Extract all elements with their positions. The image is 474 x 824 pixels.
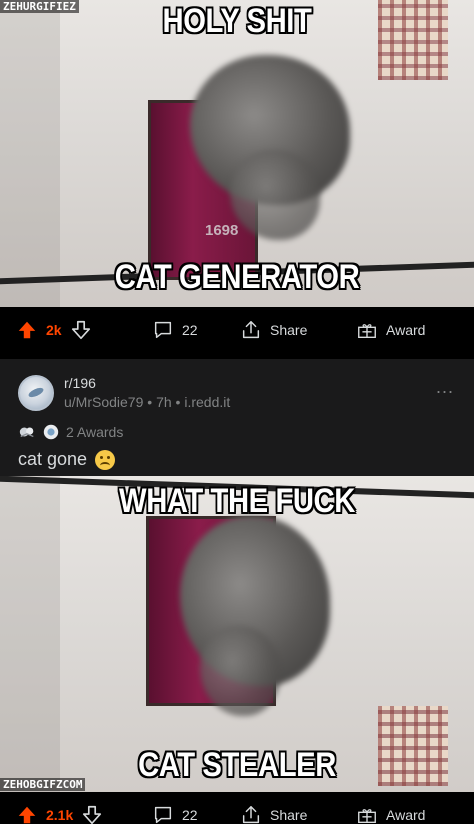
award-button[interactable]: Award <box>356 319 425 341</box>
more-options-icon[interactable]: ... <box>436 377 454 398</box>
award-label: Award <box>386 807 426 823</box>
post-title-text: cat gone <box>18 449 88 469</box>
vote-group: 2.1k <box>0 804 130 824</box>
post-card[interactable]: r/196 u/MrSodie79 • 7h • i.redd.it ... 2… <box>0 355 474 476</box>
meme-caption-bottom: CAT GENERATOR <box>114 258 360 296</box>
award-button[interactable]: Award <box>356 804 425 824</box>
gift-icon <box>358 809 376 824</box>
upvote-icon[interactable] <box>16 804 38 824</box>
post-title[interactable]: cat gone <box>18 449 116 470</box>
helpful-award-icon <box>43 424 59 440</box>
upvote-icon[interactable] <box>16 319 38 341</box>
vote-score: 2k <box>46 322 62 338</box>
share-icon <box>242 321 260 339</box>
comments-count: 22 <box>182 322 198 338</box>
gift-icon <box>358 324 376 339</box>
downvote-icon[interactable] <box>81 804 103 824</box>
share-button[interactable]: Share <box>240 319 356 341</box>
comment-icon <box>154 806 172 824</box>
box-number: 1698 <box>205 222 239 239</box>
share-button[interactable]: Share <box>240 804 356 824</box>
post-image-cat-stealer[interactable]: ZEHOBGIFZCOM WHAT THE FUCK CAT STEALER <box>0 476 474 820</box>
post-domain[interactable]: i.redd.it <box>184 394 230 410</box>
meme-caption-bottom: CAT STEALER <box>138 746 336 784</box>
frowning-face-icon <box>95 449 116 470</box>
subreddit-name[interactable]: r/196 <box>64 375 96 391</box>
share-icon <box>242 806 260 824</box>
post-author[interactable]: u/MrSodie79 <box>64 394 143 410</box>
post-action-bar: 2k 22 Share Award <box>0 307 474 353</box>
meme-caption-top: HOLY SHIT <box>162 2 312 40</box>
post-time: 7h <box>156 394 172 410</box>
share-label: Share <box>270 807 308 823</box>
subreddit-avatar[interactable] <box>18 375 54 411</box>
post-image-cat-generator[interactable]: 1698 ZEHURGIFIEZ HOLY SHIT CAT GENERATOR <box>0 0 474 307</box>
awards-row[interactable]: 2 Awards <box>18 423 123 441</box>
comments-button[interactable]: 22 <box>130 804 240 824</box>
share-label: Share <box>270 322 308 338</box>
comments-count: 22 <box>182 807 198 823</box>
vote-score: 2.1k <box>46 807 74 823</box>
meta-separator: • <box>147 394 157 410</box>
award-label: Award <box>386 322 426 338</box>
comment-icon <box>154 321 172 339</box>
downvote-icon[interactable] <box>70 319 92 341</box>
post-action-bar: 2.1k 22 Share Award <box>0 792 474 824</box>
awards-count: 2 Awards <box>66 424 124 440</box>
comments-button[interactable]: 22 <box>130 319 240 341</box>
meme-caption-top: WHAT THE FUCK <box>119 482 355 520</box>
vote-group: 2k <box>0 319 130 341</box>
post-meta: u/MrSodie79 • 7h • i.redd.it <box>64 394 230 410</box>
wholesome-award-icon <box>19 427 34 438</box>
